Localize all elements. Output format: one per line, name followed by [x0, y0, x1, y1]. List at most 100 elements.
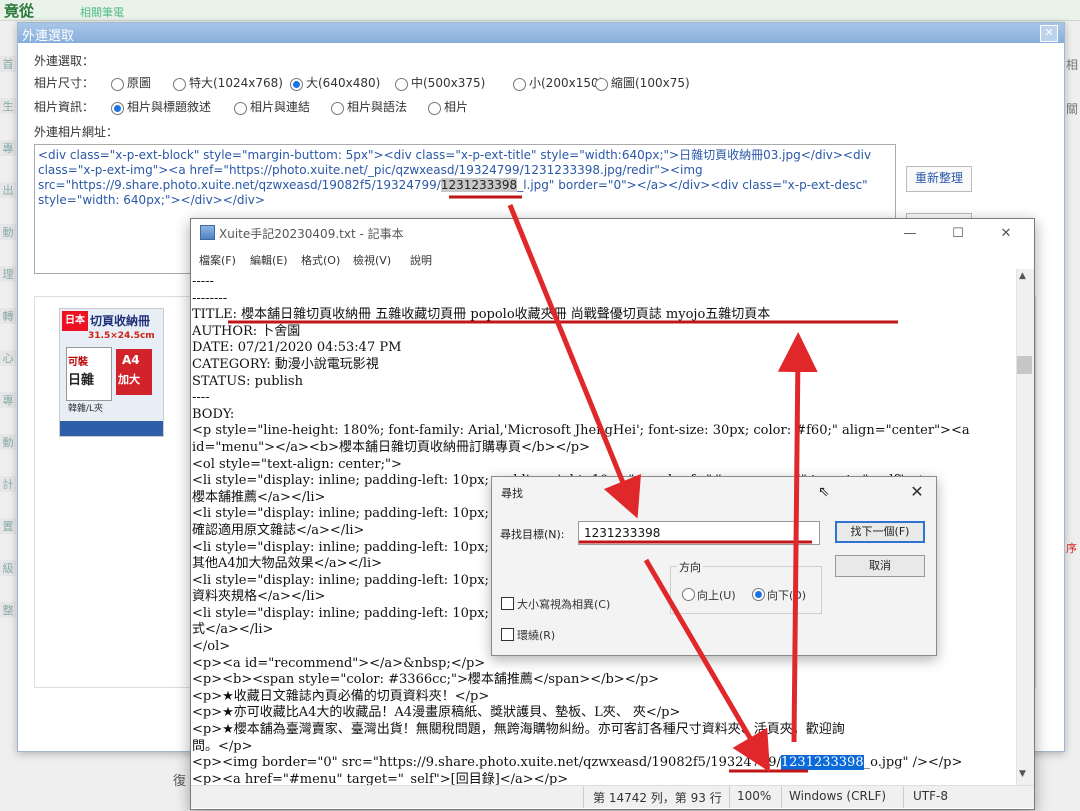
url-label: 外連相片網址：: [34, 125, 119, 139]
info-option-label: 相片與標題敘述: [127, 100, 212, 114]
background-side-tab: 整: [0, 602, 16, 618]
outer-dialog-titlebar: 外連選取 ✕: [18, 23, 1064, 44]
thumb-tag-2: 日雜: [68, 373, 95, 388]
size-option-label: 特大(1024x768): [189, 76, 283, 90]
info-label: 相片資訊：: [34, 100, 95, 114]
info-radio-2[interactable]: [331, 102, 344, 115]
match-case-checkbox[interactable]: [501, 597, 514, 610]
scroll-down-icon[interactable]: ▼: [1019, 769, 1026, 779]
text-line: <p>★櫻本舖為臺灣賣家、臺灣出貨！無關稅問題，無跨海購物糾紛。亦可客訂各種尺寸…: [192, 722, 845, 738]
photo-thumbnail[interactable]: 日本 切頁收納冊 31.5×24.5cm 可裝 日雜 A4 加大 韓雜/L夾: [59, 308, 164, 437]
info-radio-3[interactable]: [428, 102, 441, 115]
mouse-cursor-icon: ⇖: [818, 484, 830, 500]
direction-up-radio[interactable]: [682, 588, 695, 601]
outer-dialog-close-icon[interactable]: ✕: [1040, 25, 1058, 42]
scrollbar-thumb[interactable]: [1017, 356, 1032, 374]
background-side-tab: 級: [0, 560, 16, 576]
menu-edit[interactable]: 編輯(E): [250, 252, 288, 268]
find-target-label: 尋找目標(N):: [500, 528, 565, 541]
thumb-footer: 韓雜/L夾: [68, 404, 104, 414]
text-line: -----: [192, 274, 214, 289]
background-side-tab: 動: [0, 434, 16, 450]
text-line: id="menu"></a><b>櫻本舖日雜切頁收納冊訂購專頁</b></p>: [192, 439, 590, 455]
background-subtitle: 相關筆電: [80, 6, 124, 19]
cancel-button[interactable]: 取消: [835, 555, 925, 577]
scroll-up-icon[interactable]: ▲: [1019, 271, 1026, 281]
info-option-label: 相片: [444, 100, 469, 114]
background-side-tab: 生: [0, 98, 16, 114]
thumb-badge: 日本: [62, 311, 88, 331]
text-line: <p style="line-height: 180%; font-family…: [192, 423, 970, 439]
status-position: 第 14742 列，第 93 行: [593, 791, 722, 805]
size-option-label: 縮圖(100x75): [611, 76, 690, 90]
size-option-label: 大(640x480): [306, 76, 381, 90]
direction-down-radio[interactable]: [752, 588, 765, 601]
html-code-highlight: 1231233398: [440, 178, 518, 192]
maximize-icon[interactable]: ☐: [943, 223, 973, 245]
text-line: DATE: 07/21/2020 04:53:47 PM: [192, 340, 402, 356]
info-radio-1[interactable]: [234, 102, 247, 115]
size-radio-4[interactable]: [513, 78, 526, 91]
size-radio-1[interactable]: [173, 78, 186, 91]
menu-format[interactable]: 格式(O): [301, 252, 340, 268]
find-dialog: 尋找 ✕ 尋找目標(N): 找下一個(F) 取消 方向 向上(U) 向下(D) …: [491, 476, 937, 656]
thumb-tag-4: 加大: [118, 373, 140, 386]
text-line: <p>★亦可收藏比A4大的收藏品！A4漫畫原稿紙、獎狀護貝、墊板、L夾、 夾</…: [192, 705, 681, 721]
text-line: --------: [192, 290, 228, 306]
find-dialog-title: 尋找: [501, 487, 523, 500]
section-label: 外連選取：: [34, 54, 95, 68]
size-radio-3[interactable]: [395, 78, 408, 91]
size-radio-0[interactable]: [111, 78, 124, 91]
thumb-footer-bar: [60, 421, 163, 436]
text-segment: _o.jpg" /></p>: [863, 755, 963, 771]
text-line: STATUS: publish: [192, 373, 303, 389]
info-radio-0[interactable]: [111, 102, 124, 115]
background-side-tab: 動: [0, 224, 16, 240]
background-right-tab-3: 序: [1066, 542, 1077, 555]
outer-dialog-title: 外連選取: [22, 29, 75, 44]
background-side-tab: 理: [0, 266, 16, 282]
thumb-tag-3: A4: [122, 353, 140, 367]
text-line: ----: [192, 390, 210, 406]
wrap-checkbox[interactable]: [501, 628, 514, 641]
notepad-title: Xuite手記20230409.txt - 記事本: [219, 227, 404, 241]
close-icon[interactable]: ✕: [991, 223, 1021, 245]
minimize-icon[interactable]: —: [895, 223, 925, 245]
background-side-tab: 專: [0, 392, 16, 408]
text-line: <p><a id="recommend"></a>&nbsp;</p>: [192, 655, 486, 671]
menu-file[interactable]: 檔案(F): [199, 252, 236, 268]
size-radio-5[interactable]: [595, 78, 608, 91]
text-line: <p><a href="#menu" target="_self">[回目錄]<…: [192, 771, 569, 785]
notepad-statusbar: 第 14742 列，第 93 行 100% Windows (CRLF) UTF…: [191, 785, 1034, 808]
direction-down-label: 向下(D): [767, 589, 807, 602]
text-line: BODY:: [192, 406, 235, 422]
size-option-label: 中(500x375): [411, 76, 486, 90]
find-target-input[interactable]: [578, 521, 820, 545]
vertical-scrollbar[interactable]: [1016, 269, 1034, 785]
text-line: <p><b><span style="color: #3366cc;">櫻本舖推…: [192, 672, 660, 688]
background-side-tab: 轉: [0, 308, 16, 324]
direction-label: 方向: [677, 559, 703, 575]
text-line: TITLE: 櫻本舖日雜切頁收納冊 五雜收藏切頁冊 popolo收藏夾冊 尚戰聲…: [192, 307, 771, 323]
direction-up-label: 向上(U): [697, 589, 736, 602]
size-radio-2[interactable]: [290, 78, 303, 91]
thumb-size: 31.5×24.5cm: [88, 331, 155, 341]
size-option-label: 原圖: [127, 76, 152, 90]
size-label: 相片尺寸：: [34, 76, 95, 90]
background-bottom-text: 復: [173, 774, 187, 789]
status-zoom: 100%: [737, 789, 772, 803]
find-close-icon[interactable]: ✕: [906, 482, 928, 502]
background-side-tab: 專: [0, 140, 16, 156]
background-side-tab: 置: [0, 518, 16, 534]
refresh-button[interactable]: 重新整理: [906, 166, 972, 192]
background-side-tab: 首: [0, 56, 16, 72]
menu-view[interactable]: 檢視(V): [353, 252, 391, 268]
background-right-tab-1: 相: [1066, 58, 1079, 72]
size-option-label: 小(200x150): [529, 76, 604, 90]
text-line-img: <p><img border="0" src="https://9.share.…: [192, 755, 1015, 772]
notepad-app-icon: [200, 225, 215, 240]
find-next-button[interactable]: 找下一個(F): [835, 521, 925, 543]
menu-help[interactable]: 說明: [410, 252, 432, 268]
background-side-tab: 心: [0, 350, 16, 366]
text-line: <p>★收藏日文雜誌內頁必備的切頁資料夾！</p>: [192, 688, 490, 704]
